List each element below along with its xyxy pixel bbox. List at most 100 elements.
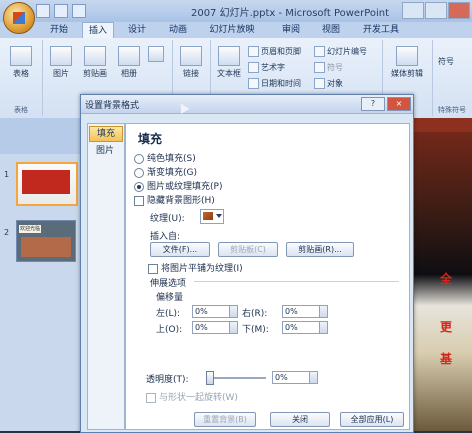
- clipart-icon: [84, 46, 106, 66]
- tab-review[interactable]: 审阅: [276, 22, 306, 38]
- tile-label: 将图片平铺为纹理(I): [161, 264, 243, 274]
- radio-solid-fill[interactable]: 纯色填充(S): [134, 151, 196, 164]
- album-icon: [118, 46, 140, 66]
- apply-all-button[interactable]: 全部应用(L): [340, 412, 404, 427]
- link-icon: [180, 46, 202, 66]
- rotate-with-shape-checkbox[interactable]: 与形状一起旋转(W): [146, 390, 238, 403]
- textbox-label: 文本框: [217, 69, 241, 78]
- left-offset-input[interactable]: 0%: [192, 305, 238, 318]
- radio-gradient-fill[interactable]: 渐变填充(G): [134, 165, 197, 178]
- radio-picture-texture-fill-circle: [134, 181, 144, 192]
- object-button[interactable]: 对象: [314, 78, 343, 89]
- textbox-icon: [218, 46, 240, 66]
- datetime-button[interactable]: 日期和时间: [248, 78, 301, 89]
- fill-section-title: 填充: [138, 132, 163, 146]
- picture-label: 图片: [53, 69, 69, 78]
- datetime-icon: [248, 78, 259, 89]
- symbol2-label: 符号: [438, 57, 454, 66]
- symbol-icon: [314, 62, 325, 73]
- slide-thumbnail-1[interactable]: [16, 162, 78, 206]
- tab-developer[interactable]: 开发工具: [358, 22, 404, 38]
- tab-view[interactable]: 视图: [316, 22, 346, 38]
- close-button[interactable]: 关闭: [270, 412, 330, 427]
- link-label: 链接: [183, 69, 199, 78]
- textbox-button[interactable]: 文本框: [214, 46, 244, 79]
- link-button[interactable]: 链接: [178, 46, 204, 79]
- media-clip-icon: [396, 46, 418, 66]
- slide-number-button[interactable]: 幻灯片编号: [314, 46, 367, 57]
- slide-text-2: 更: [440, 320, 453, 334]
- reset-background-button[interactable]: 重置背景(B): [194, 412, 256, 427]
- transparency-label: 透明度(T):: [146, 375, 189, 385]
- maximize-button[interactable]: [425, 2, 447, 19]
- tab-home[interactable]: 开始: [44, 22, 74, 38]
- wordart-button[interactable]: 艺术字: [248, 62, 285, 73]
- save-icon[interactable]: [36, 4, 50, 18]
- top-offset-input[interactable]: 0%: [192, 321, 238, 334]
- redo-icon[interactable]: [72, 4, 86, 18]
- window-controls: [401, 2, 470, 22]
- help-button[interactable]: ?: [361, 97, 385, 111]
- right-offset-label: 右(R):: [242, 309, 268, 319]
- media-clip-button[interactable]: 媒体剪辑: [386, 46, 428, 79]
- slide-number-2: 2: [4, 228, 10, 237]
- slide-thumbnail-2[interactable]: 欢迎光临: [16, 220, 76, 262]
- offsets-label: 偏移量: [156, 293, 184, 303]
- radio-picture-texture-fill[interactable]: 图片或纹理填充(P): [134, 179, 222, 192]
- right-offset-input[interactable]: 0%: [282, 305, 328, 318]
- nav-picture[interactable]: 图片: [89, 144, 121, 158]
- album-button[interactable]: 相册: [114, 46, 144, 79]
- office-button[interactable]: [3, 2, 35, 34]
- transparency-slider-thumb[interactable]: [206, 371, 214, 385]
- tab-animation[interactable]: 动画: [163, 22, 193, 38]
- header-footer-button[interactable]: 页眉和页脚: [248, 46, 301, 57]
- radio-picture-texture-fill-label: 图片或纹理填充(P): [147, 182, 223, 192]
- header-footer-icon: [248, 46, 259, 57]
- slide-number-label: 幻灯片编号: [327, 47, 367, 56]
- dialog-title-buttons: ? ×: [359, 97, 411, 111]
- shapes-button[interactable]: [146, 46, 166, 64]
- dialog-content: 填充 纯色填充(S) 渐变填充(G) 图片或纹理填充(P) 隐藏背景图形(H) …: [125, 123, 410, 430]
- tab-insert[interactable]: 插入: [82, 22, 114, 39]
- tab-slideshow[interactable]: 幻灯片放映: [205, 22, 259, 38]
- nav-fill[interactable]: 填充: [89, 126, 123, 142]
- transparency-input[interactable]: 0%: [272, 371, 318, 384]
- picture-icon: [50, 46, 72, 66]
- window-title: 2007 幻灯片.pptx - Microsoft PowerPoint: [190, 8, 390, 19]
- top-offset-label: 上(O):: [156, 325, 183, 335]
- dialog-close-icon[interactable]: ×: [387, 97, 411, 111]
- transparency-slider-track[interactable]: [206, 377, 266, 379]
- texture-dropdown[interactable]: [200, 209, 224, 224]
- bottom-offset-input[interactable]: 0%: [282, 321, 328, 334]
- hide-bg-label: 隐藏背景图形(H): [147, 196, 215, 206]
- slide-number-icon: [314, 46, 325, 57]
- tile-checkbox-box: [148, 263, 158, 274]
- object-label: 对象: [327, 79, 343, 88]
- symbol-button[interactable]: 符号: [314, 62, 343, 73]
- hide-bg-graphics-checkbox[interactable]: 隐藏背景图形(H): [134, 193, 215, 206]
- picture-button[interactable]: 图片: [48, 46, 74, 79]
- table-button[interactable]: 表格: [8, 46, 34, 79]
- symbol2-button[interactable]: 符号: [438, 56, 454, 67]
- stretch-divider: [194, 281, 399, 282]
- special-symbol-label: 特殊符号: [438, 106, 466, 114]
- tile-picture-checkbox[interactable]: 将图片平铺为纹理(I): [148, 261, 243, 274]
- file-button[interactable]: 文件(F)...: [150, 242, 210, 257]
- close-window-button[interactable]: [448, 2, 470, 19]
- slides-pane-tabs[interactable]: [0, 118, 80, 154]
- clipboard-button[interactable]: 剪贴板(C): [218, 242, 278, 257]
- minimize-button[interactable]: [402, 2, 424, 19]
- wordart-label: 艺术字: [261, 63, 285, 72]
- undo-icon[interactable]: [54, 4, 68, 18]
- clipart-button[interactable]: 剪贴画: [78, 46, 112, 79]
- dialog-nav: 填充 图片: [87, 123, 125, 430]
- slide-number-1: 1: [4, 170, 10, 179]
- tab-design[interactable]: 设计: [122, 22, 152, 38]
- clipart-button-dialog[interactable]: 剪贴画(R)...: [286, 242, 354, 257]
- slide-text-3: 基: [440, 352, 453, 366]
- dialog-title: 设置背景格式: [85, 101, 140, 111]
- shapes-icon: [148, 46, 164, 62]
- table-label: 表格: [13, 69, 29, 78]
- rotate-checkbox-box: [146, 392, 156, 403]
- object-icon: [314, 78, 325, 89]
